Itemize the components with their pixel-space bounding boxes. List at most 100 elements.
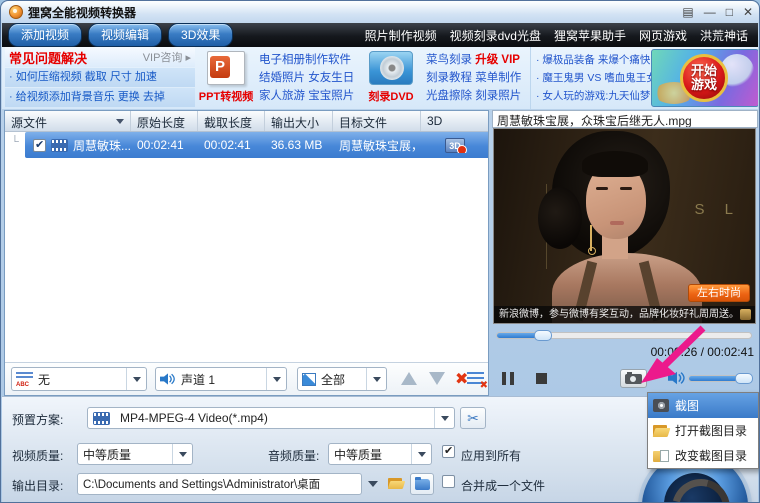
faq-link-1[interactable]: · 如何压缩视频 截取 尺寸 加速 <box>5 68 195 87</box>
output-dir-arrow-icon[interactable] <box>368 481 378 487</box>
folder-icon <box>414 476 430 490</box>
burn-link-3[interactable]: 光盘擦除 刻录照片 <box>426 87 526 105</box>
subject-eye <box>620 187 632 190</box>
merge-files-label: 合并成一个文件 <box>461 479 546 493</box>
game-banner[interactable]: 开始 游戏 <box>651 49 758 107</box>
clear-list-button[interactable] <box>467 372 488 391</box>
row-checkbox[interactable] <box>33 138 46 152</box>
angle-value: 全部 <box>321 372 346 387</box>
faq-link-2[interactable]: · 给视频添加背景音乐 更换 去掉 <box>5 88 195 107</box>
output-dir-combo[interactable]: C:\Documents and Settings\Administrator\… <box>77 473 362 495</box>
audio-quality-arrow-icon[interactable] <box>411 444 431 464</box>
ad-ppt-block[interactable]: PPT转视频 <box>196 47 256 109</box>
column-cut-length[interactable]: 截取长度 <box>198 111 265 131</box>
preset-settings-button[interactable]: ✂ <box>460 407 486 429</box>
window-menu-icon[interactable]: ▤ <box>682 6 693 18</box>
menu-honghuang-game[interactable]: 洪荒神话 <box>700 27 748 44</box>
add-video-button[interactable]: 添加视频 <box>8 23 83 47</box>
menu-item-open-snapshot-dir[interactable]: 打开截图目录 <box>648 418 758 443</box>
video-quality-arrow-icon[interactable] <box>172 444 192 464</box>
audio-combo-arrow-icon[interactable] <box>266 368 286 390</box>
pause-button[interactable] <box>502 372 514 385</box>
progress-thumb[interactable] <box>533 330 552 341</box>
backdrop-brand-text: S L <box>694 201 741 218</box>
subtitle-combo[interactable]: 无 <box>11 367 147 391</box>
3d-effect-button[interactable]: 3D效果 <box>168 23 234 47</box>
menu-item-snapshot[interactable]: 截图 <box>648 393 758 418</box>
row-source-name: 周慧敏珠... <box>72 138 131 153</box>
video-edit-button[interactable]: 视频编辑 <box>88 23 163 47</box>
open-output-dir-button[interactable] <box>384 473 408 495</box>
game-link-2[interactable]: · 魔王鬼男 VS 嗜血鬼王女仆 <box>536 69 667 87</box>
tools-icon: ✂ <box>467 409 479 426</box>
ppt-to-video-link[interactable]: PPT转视频 <box>196 88 256 104</box>
subtitle-combo-arrow-icon[interactable] <box>126 368 146 390</box>
angle-icon <box>302 372 316 386</box>
menu-photo-to-video[interactable]: 照片制作视频 <box>365 27 437 44</box>
stop-button[interactable] <box>536 373 547 384</box>
title-bar: 狸窝全能视频转换器 ▤ — □ ✕ <box>1 1 759 23</box>
ad-dvd-block[interactable]: 刻录DVD <box>360 47 422 109</box>
subject-hair-bun <box>538 187 582 249</box>
browse-output-dir-button[interactable] <box>410 473 434 495</box>
video-quality-label: 视频质量: <box>12 449 64 463</box>
preset-combo[interactable]: MP4-MPEG-4 Video(*.mp4) <box>87 407 455 429</box>
column-source-file[interactable]: 源文件 <box>5 111 131 131</box>
file-list-panel: 源文件 原始长度 截取长度 输出大小 目标文件 3D └ 周慧敏珠... 00:… <box>4 110 489 396</box>
row-target-file: 周慧敏珠宝展，... <box>339 138 421 153</box>
3d-status-badge[interactable]: 3D <box>445 137 467 153</box>
table-row[interactable]: └ 周慧敏珠... 00:02:41 00:02:41 36.63 MB 周慧敏… <box>5 132 488 158</box>
file-table-header: 源文件 原始长度 截取长度 输出大小 目标文件 3D <box>5 111 488 132</box>
game-link-1[interactable]: · 爆极品装备 来爆个痛快↓ <box>536 51 656 69</box>
column-output-size[interactable]: 输出大小 <box>265 111 333 131</box>
column-3d[interactable]: 3D <box>421 111 488 131</box>
album-link-3[interactable]: 家人旅游 宝宝照片 <box>259 87 359 105</box>
preset-combo-arrow-icon[interactable] <box>434 408 454 428</box>
merge-files-checkbox[interactable] <box>442 475 455 488</box>
video-file-icon <box>51 138 68 152</box>
start-game-line2: 游戏 <box>690 77 717 92</box>
video-preview[interactable]: S L 左右时尚 新浪微博，参与微博有奖互动，品牌化妆好礼周周送。 <box>493 128 756 324</box>
output-dir-value: C:\Documents and Settings\Administrator\… <box>83 479 321 491</box>
menu-web-games[interactable]: 网页游戏 <box>639 27 687 44</box>
move-up-button[interactable] <box>401 372 417 385</box>
subject-mouth <box>610 221 624 225</box>
burn-dvd-link[interactable]: 刻录DVD <box>360 88 422 104</box>
preset-value: MP4-MPEG-4 Video(*.mp4) <box>120 411 268 425</box>
subtitle-value: 无 <box>38 372 51 387</box>
close-button[interactable]: ✕ <box>743 6 753 18</box>
burn-link-2[interactable]: 刻录教程 菜单制作 <box>426 69 526 87</box>
minimize-button[interactable]: — <box>704 6 716 18</box>
angle-combo-arrow-icon[interactable] <box>366 368 386 390</box>
audio-track-combo[interactable]: 声道 1 <box>155 367 287 391</box>
maximize-button[interactable]: □ <box>726 6 733 18</box>
angle-combo[interactable]: 全部 <box>297 367 387 391</box>
album-link-1[interactable]: 电子相册制作软件 <box>259 51 359 69</box>
burn-link-1[interactable]: 菜鸟刻录 升级 VIP <box>426 51 526 69</box>
column-target-file[interactable]: 目标文件 <box>333 111 421 131</box>
window-title: 狸窝全能视频转换器 <box>28 5 137 20</box>
column-source-label: 源文件 <box>11 116 48 130</box>
faq-title: 常见问题解决 <box>9 50 88 66</box>
menu-apple-assistant[interactable]: 狸窝苹果助手 <box>554 27 626 44</box>
open-folder-icon <box>653 424 669 437</box>
move-down-button[interactable] <box>429 372 445 385</box>
column-original-length[interactable]: 原始长度 <box>131 111 198 131</box>
start-game-button[interactable]: 开始 游戏 <box>680 54 728 102</box>
volume-thumb[interactable] <box>735 373 754 384</box>
audio-quality-combo[interactable]: 中等质量 <box>328 443 432 465</box>
burn-link-vip[interactable]: 升级 VIP <box>475 54 520 66</box>
game-link-3[interactable]: · 女人玩的游戏:九天仙梦 go <box>536 87 665 105</box>
subtitle-icon <box>16 371 33 388</box>
vip-consult-link[interactable]: VIP咨询 ▸ <box>143 49 191 65</box>
preset-label: 预置方案: <box>12 413 64 427</box>
ticker-logo <box>740 309 751 320</box>
sort-arrow-icon <box>116 119 124 124</box>
menu-burn-dvd[interactable]: 视频刻录dvd光盘 <box>450 27 541 44</box>
video-quality-combo[interactable]: 中等质量 <box>77 443 193 465</box>
speaker-icon <box>160 373 175 385</box>
apply-to-all-checkbox[interactable] <box>442 444 455 458</box>
menu-item-change-snapshot-dir[interactable]: 改变截图目录 <box>648 443 758 468</box>
powerpoint-icon <box>207 51 245 85</box>
album-link-2[interactable]: 结婚照片 女友生日 <box>259 69 359 87</box>
